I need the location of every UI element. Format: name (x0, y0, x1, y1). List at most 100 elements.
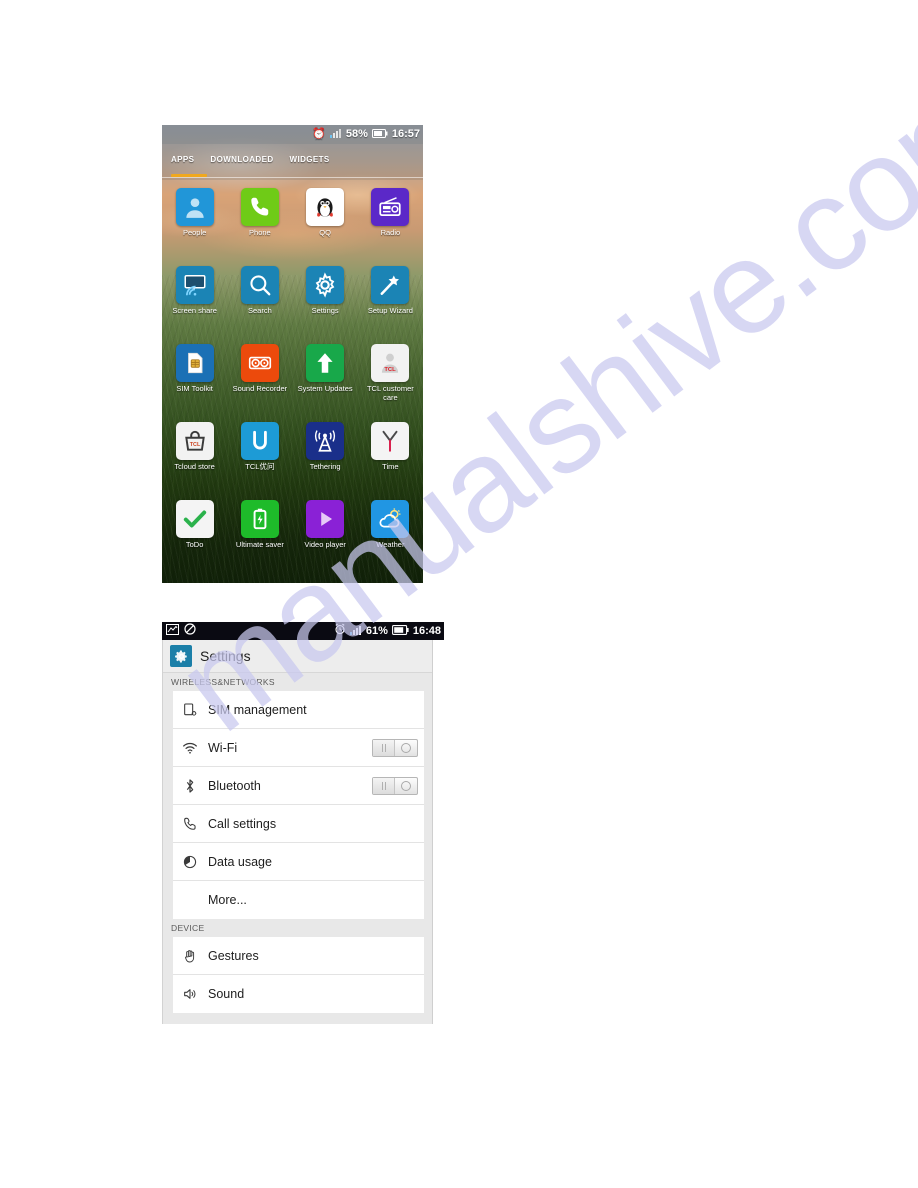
app-label: Weather (376, 540, 405, 549)
app-label: Time (382, 462, 399, 471)
section-header: WIRELESS&NETWORKS (163, 673, 432, 691)
settings-item-label: Bluetooth (208, 778, 261, 793)
app-item-tethering[interactable]: Tethering (293, 416, 358, 494)
app-label: Settings (311, 306, 339, 315)
settings-item-more[interactable]: More... (173, 881, 424, 919)
battery-bolt-icon (240, 500, 279, 538)
qq-penguin-icon (306, 188, 345, 226)
app-item-radio[interactable]: Radio (358, 182, 423, 260)
letter-u-icon (240, 422, 279, 460)
app-row: SIM Toolkit Sound Recorder System Updates T… (162, 338, 423, 416)
app-item-search[interactable]: Search (227, 260, 292, 338)
settings-item-label: More... (208, 893, 247, 907)
settings-item-label: Data usage (208, 854, 272, 869)
toggle-switch[interactable] (372, 738, 418, 757)
app-item-settings[interactable]: Settings (293, 260, 358, 338)
app-item-todo[interactable]: ToDo (162, 494, 227, 572)
clock-label: 16:48 (412, 624, 441, 637)
app-label: SIM Toolkit (176, 384, 213, 393)
app-grid: People Phone QQ Radio Screen share Search Sett… (162, 182, 423, 572)
contacts-person-icon (175, 188, 214, 226)
tab-downloaded[interactable]: DOWNLOADED (210, 155, 273, 164)
settings-item-call-settings[interactable]: Call settings (173, 805, 424, 843)
app-item-system-updates[interactable]: System Updates (293, 338, 358, 416)
signal-bars-icon (349, 622, 362, 640)
app-label: People (182, 228, 207, 237)
app-item-tcloud-store[interactable]: TCL Tcloud store (162, 416, 227, 494)
cloud-sun-icon (371, 500, 410, 538)
app-item-time[interactable]: Time (358, 416, 423, 494)
shopping-bag-icon: TCL (175, 422, 214, 460)
screen-share-icon (175, 266, 214, 304)
app-label: Tcloud store (174, 462, 215, 471)
svg-text:TCL: TCL (189, 442, 200, 448)
app-label: ToDo (185, 540, 204, 549)
settings-sections: WIRELESS&NETWORKS SIM management Wi-Fi Blue… (163, 673, 432, 1013)
section-header: DEVICE (163, 919, 432, 937)
watermark-overlay: manualshive.com (0, 0, 918, 1188)
battery-percent-label: 58% (345, 128, 368, 140)
toggle-knob (373, 777, 395, 794)
app-label: QQ (319, 228, 331, 237)
sim-card-icon (175, 344, 214, 382)
signal-bars-icon (329, 128, 342, 141)
app-item-weather[interactable]: Weather (358, 494, 423, 572)
app-item-people[interactable]: People (162, 182, 227, 260)
gear-icon (170, 645, 192, 667)
settings-item-gestures[interactable]: Gestures (173, 937, 424, 975)
app-item-tcl-customer-care[interactable]: TCL TCL customer care (358, 338, 423, 416)
app-label: Search (247, 306, 272, 315)
app-row: ToDo Ultimate saver Video player Weather (162, 494, 423, 572)
speaker-icon (181, 985, 199, 1003)
gear-icon (306, 266, 345, 304)
app-item-setup-wizard[interactable]: Setup Wizard (358, 260, 423, 338)
app-drawer-screenshot: ⏰ 58% 16:57 APPS DOWNLOADED WIDGETS Peop… (162, 125, 423, 583)
settings-item-label: Gestures (208, 948, 259, 963)
settings-item-data-usage[interactable]: Data usage (173, 843, 424, 881)
app-row: Screen share Search Settings Setup Wizard (162, 260, 423, 338)
app-item-sim-toolkit[interactable]: SIM Toolkit (162, 338, 227, 416)
svg-text:TCL: TCL (385, 367, 397, 373)
app-item-tcl[interactable]: TCL优问 (227, 416, 292, 494)
tab-widgets[interactable]: WIDGETS (290, 155, 330, 164)
mute-slash-icon (184, 622, 196, 640)
app-item-screen-share[interactable]: Screen share (162, 260, 227, 338)
radio-icon (371, 188, 410, 226)
app-item-video-player[interactable]: Video player (293, 494, 358, 572)
settings-list: SIM management Wi-Fi Bluetooth Call setting… (163, 691, 432, 919)
app-label: Tethering (309, 462, 341, 471)
settings-item-bluetooth[interactable]: Bluetooth (173, 767, 424, 805)
toggle-knob (373, 739, 395, 756)
alarm-clock-icon (334, 622, 346, 640)
app-label: Phone (249, 228, 271, 237)
app-item-qq[interactable]: QQ (293, 182, 358, 260)
phone-handset-icon (181, 815, 199, 833)
app-item-sound-recorder[interactable]: Sound Recorder (227, 338, 292, 416)
app-label: Setup Wizard (367, 306, 413, 315)
phone-handset-icon (240, 188, 279, 226)
toggle-off-indicator (401, 742, 411, 753)
app-item-ultimate-saver[interactable]: Ultimate saver (227, 494, 292, 572)
gallery-image-icon (166, 622, 179, 640)
settings-item-wi-fi[interactable]: Wi-Fi (173, 729, 424, 767)
tab-bar-divider (162, 177, 423, 178)
app-label: System Updates (297, 384, 353, 393)
app-label: TCL优问 (245, 462, 275, 471)
settings-title-bar: Settings (163, 640, 432, 673)
clock-label: 16:57 (391, 128, 420, 140)
settings-item-label: Sound (208, 987, 245, 1001)
app-item-phone[interactable]: Phone (227, 182, 292, 260)
toggle-switch[interactable] (372, 776, 418, 795)
play-triangle-icon (306, 500, 345, 538)
settings-item-sound[interactable]: Sound (173, 975, 424, 1013)
broadcast-tower-icon (306, 422, 345, 460)
settings-item-sim-management[interactable]: SIM management (173, 691, 424, 729)
up-arrow-icon (306, 344, 345, 382)
bluetooth-icon (181, 777, 199, 795)
settings-screenshot: 61% 16:48 Settings WIRELESS&NETWORKS SIM … (162, 622, 444, 1024)
settings-item-label: Wi-Fi (208, 740, 238, 755)
tab-apps[interactable]: APPS (171, 155, 194, 164)
settings-body: Settings WIRELESS&NETWORKS SIM management… (162, 640, 433, 1024)
sim-management-icon (181, 701, 199, 719)
status-bar: 61% 16:48 (162, 622, 444, 640)
